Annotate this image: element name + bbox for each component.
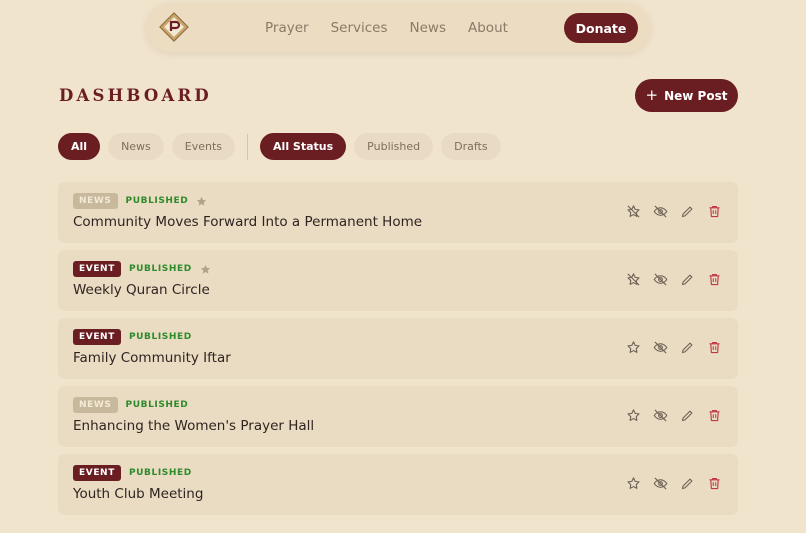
filter-all-status[interactable]: All Status	[260, 133, 347, 160]
status-label: PUBLISHED	[128, 332, 192, 342]
post-actions	[626, 408, 722, 423]
nav-link-services[interactable]: Services	[331, 20, 388, 36]
type-badge: EVENT	[73, 261, 121, 277]
filter-divider	[247, 133, 249, 160]
pencil-icon[interactable]	[680, 204, 695, 219]
type-badge: EVENT	[73, 329, 121, 345]
pencil-icon[interactable]	[680, 272, 695, 287]
post-meta: NEWS PUBLISHED	[73, 193, 207, 209]
star-off-icon[interactable]	[626, 272, 641, 287]
pencil-icon[interactable]	[680, 408, 695, 423]
trash-icon[interactable]	[707, 272, 722, 287]
trash-icon[interactable]	[707, 204, 722, 219]
filter-all[interactable]: All	[58, 133, 101, 160]
type-badge: NEWS	[73, 193, 118, 209]
eye-off-icon[interactable]	[653, 204, 668, 219]
post-actions	[626, 340, 722, 355]
post-title: Community Moves Forward Into a Permanent…	[73, 214, 423, 230]
eye-off-icon[interactable]	[653, 272, 668, 287]
new-post-label: New Post	[664, 88, 728, 103]
top-nav: Prayer Services News About Donate	[146, 3, 650, 52]
eye-off-icon[interactable]	[653, 476, 668, 491]
post-title: Family Community Iftar	[73, 350, 231, 366]
eye-off-icon[interactable]	[653, 408, 668, 423]
post-meta: EVENT PUBLISHED	[73, 261, 211, 277]
featured-star-icon	[197, 196, 207, 206]
filter-drafts[interactable]: Drafts	[441, 133, 501, 160]
post-actions	[626, 476, 722, 491]
post-row: EVENT PUBLISHED Weekly Quran Circle	[58, 250, 738, 311]
trash-icon[interactable]	[707, 476, 722, 491]
post-row: EVENT PUBLISHED Family Community Iftar	[58, 318, 738, 379]
pencil-icon[interactable]	[680, 476, 695, 491]
plus-icon: +	[645, 86, 659, 104]
star-icon[interactable]	[626, 476, 641, 491]
post-actions	[626, 272, 722, 287]
trash-icon[interactable]	[707, 340, 722, 355]
pencil-icon[interactable]	[680, 340, 695, 355]
filter-published[interactable]: Published	[354, 133, 434, 160]
type-badge: EVENT	[73, 465, 121, 481]
post-row: NEWS PUBLISHED Enhancing the Women's Pra…	[58, 386, 738, 447]
post-actions	[626, 204, 722, 219]
status-label: PUBLISHED	[125, 196, 189, 206]
nav-link-news[interactable]: News	[410, 20, 446, 36]
star-off-icon[interactable]	[626, 204, 641, 219]
featured-star-icon	[200, 264, 210, 274]
star-icon[interactable]	[626, 408, 641, 423]
page-title: DASHBOARD	[59, 86, 212, 105]
status-label: PUBLISHED	[125, 400, 189, 410]
nav-link-about[interactable]: About	[468, 20, 508, 36]
status-label: PUBLISHED	[128, 264, 192, 274]
post-row: NEWS PUBLISHED Community Moves Forward I…	[58, 182, 738, 243]
nav-link-prayer[interactable]: Prayer	[265, 20, 309, 36]
filter-news[interactable]: News	[108, 133, 164, 160]
post-title: Youth Club Meeting	[73, 486, 204, 502]
page: Prayer Services News About Donate DASHBO…	[0, 0, 806, 533]
logo-icon[interactable]	[158, 11, 190, 43]
star-icon[interactable]	[626, 340, 641, 355]
status-label: PUBLISHED	[128, 468, 192, 478]
new-post-button[interactable]: + New Post	[635, 79, 738, 112]
post-row: EVENT PUBLISHED Youth Club Meeting	[58, 454, 738, 515]
nav-links: Prayer Services News About	[265, 3, 508, 52]
trash-icon[interactable]	[707, 408, 722, 423]
post-list: NEWS PUBLISHED Community Moves Forward I…	[58, 182, 738, 522]
filter-events[interactable]: Events	[171, 133, 236, 160]
post-title: Enhancing the Women's Prayer Hall	[73, 418, 315, 434]
eye-off-icon[interactable]	[653, 340, 668, 355]
filter-bar: All News Events All Status Published Dra…	[58, 133, 501, 160]
post-meta: EVENT PUBLISHED	[73, 329, 192, 345]
post-meta: NEWS PUBLISHED	[73, 397, 188, 413]
type-badge: NEWS	[73, 397, 118, 413]
post-title: Weekly Quran Circle	[73, 282, 210, 298]
post-meta: EVENT PUBLISHED	[73, 465, 192, 481]
donate-button[interactable]: Donate	[564, 13, 638, 43]
